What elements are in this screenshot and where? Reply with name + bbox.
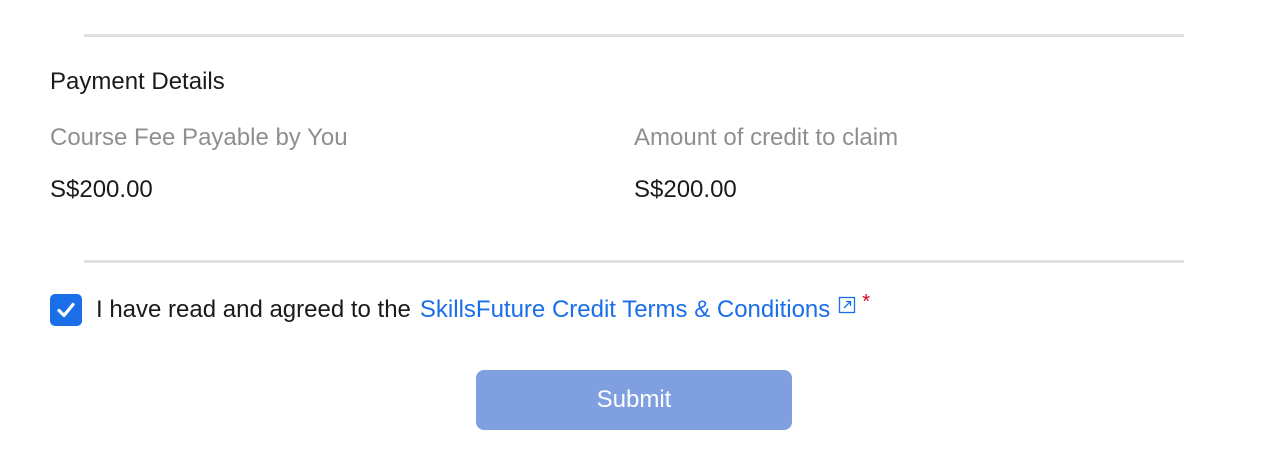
terms-conditions-link[interactable]: SkillsFuture Credit Terms & Conditions — [420, 296, 830, 324]
terms-checkbox[interactable] — [50, 294, 82, 326]
payment-page: Payment Details Course Fee Payable by Yo… — [0, 0, 1262, 452]
required-marker: * — [862, 290, 871, 313]
course-fee-value: S$200.00 — [50, 176, 153, 203]
external-link-icon[interactable] — [838, 296, 856, 314]
credit-amount-label: Amount of credit to claim — [634, 124, 899, 151]
course-fee-label: Course Fee Payable by You — [50, 124, 348, 151]
top-divider — [84, 34, 1184, 37]
payment-details-title: Payment Details — [50, 68, 225, 95]
terms-agreement-text: I have read and agreed to the — [96, 296, 411, 323]
checkmark-icon — [57, 302, 75, 318]
middle-divider — [84, 260, 1184, 263]
submit-button[interactable]: Submit — [476, 370, 792, 430]
credit-amount-value: S$200.00 — [634, 176, 737, 203]
terms-agreement-row: I have read and agreed to the SkillsFutu… — [50, 290, 871, 326]
